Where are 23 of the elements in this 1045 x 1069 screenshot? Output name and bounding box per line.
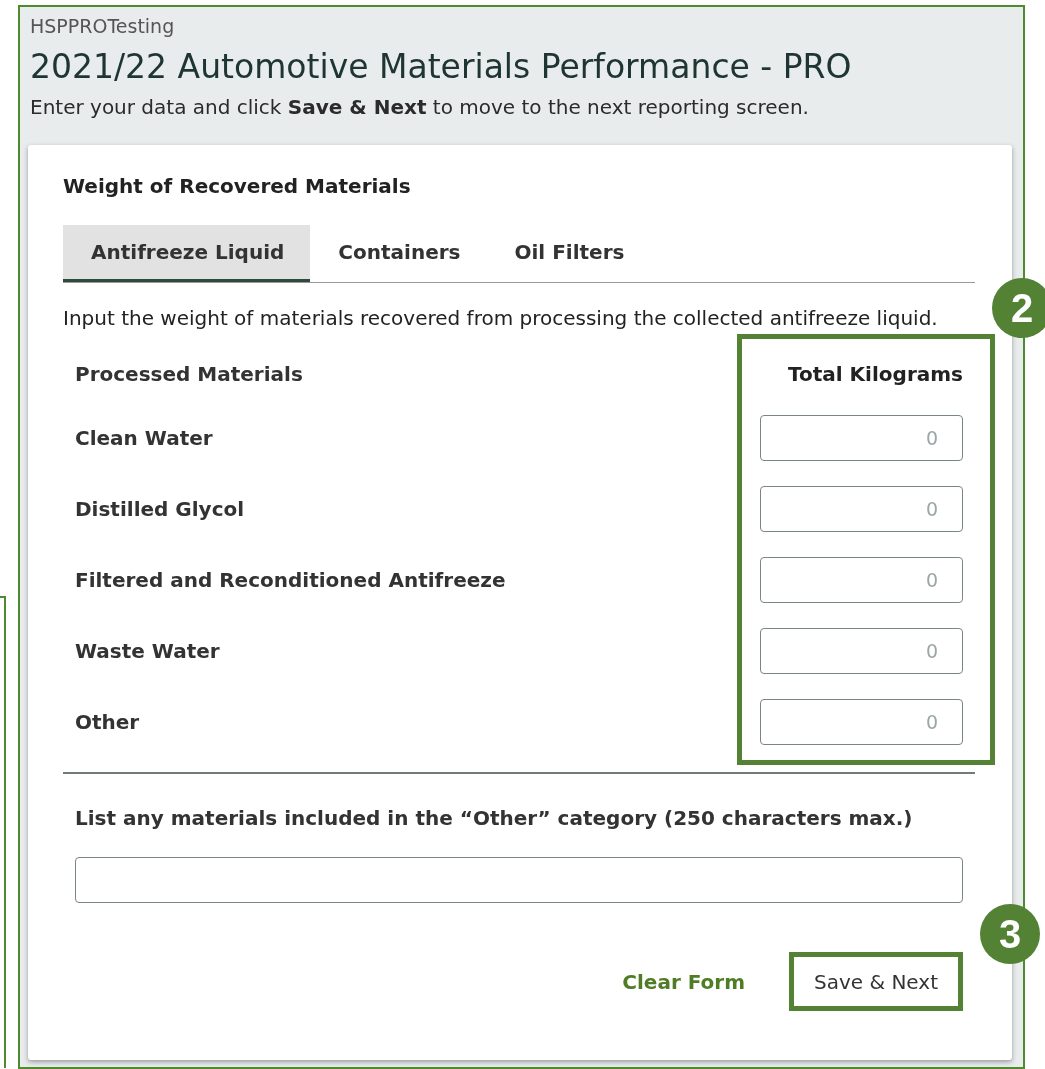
- tab[interactable]: Oil Filters: [486, 225, 651, 282]
- material-label: Filtered and Reconditioned Antifreeze: [75, 566, 506, 593]
- text-field[interactable]: [75, 857, 963, 903]
- section-title: Weight of Recovered Materials: [63, 173, 412, 199]
- number-field[interactable]: 0: [760, 485, 963, 532]
- column-header: Total Kilograms: [788, 361, 963, 387]
- page-title: 2021/22 Automotive Materials Performance - PRO: [30, 47, 853, 87]
- instructions-text: Enter your data and click Save & Next to move to the next reporting screen.: [30, 94, 810, 121]
- number-field[interactable]: 0: [760, 698, 963, 745]
- save-button[interactable]: Save & Next: [789, 952, 963, 1011]
- material-label: Waste Water: [75, 637, 220, 664]
- material-label: Clean Water: [75, 424, 213, 451]
- description-text: Input the weight of materials recovered from processing the collected antifreeze liquid.: [63, 305, 939, 332]
- number-field[interactable]: 0: [760, 627, 963, 674]
- number-field[interactable]: 0: [760, 556, 963, 603]
- material-label: Distilled Glycol: [75, 495, 245, 522]
- tab[interactable]: Antifreeze Liquid: [63, 225, 311, 282]
- field-label: List any materials included in the “Other” category (250 characters max.): [75, 805, 914, 831]
- column-header: Processed Materials: [75, 361, 303, 387]
- number-field[interactable]: 0: [760, 414, 963, 461]
- material-label: Other: [75, 708, 140, 735]
- tab[interactable]: Containers: [310, 225, 487, 282]
- account-name: HSPPROTesting: [30, 14, 176, 39]
